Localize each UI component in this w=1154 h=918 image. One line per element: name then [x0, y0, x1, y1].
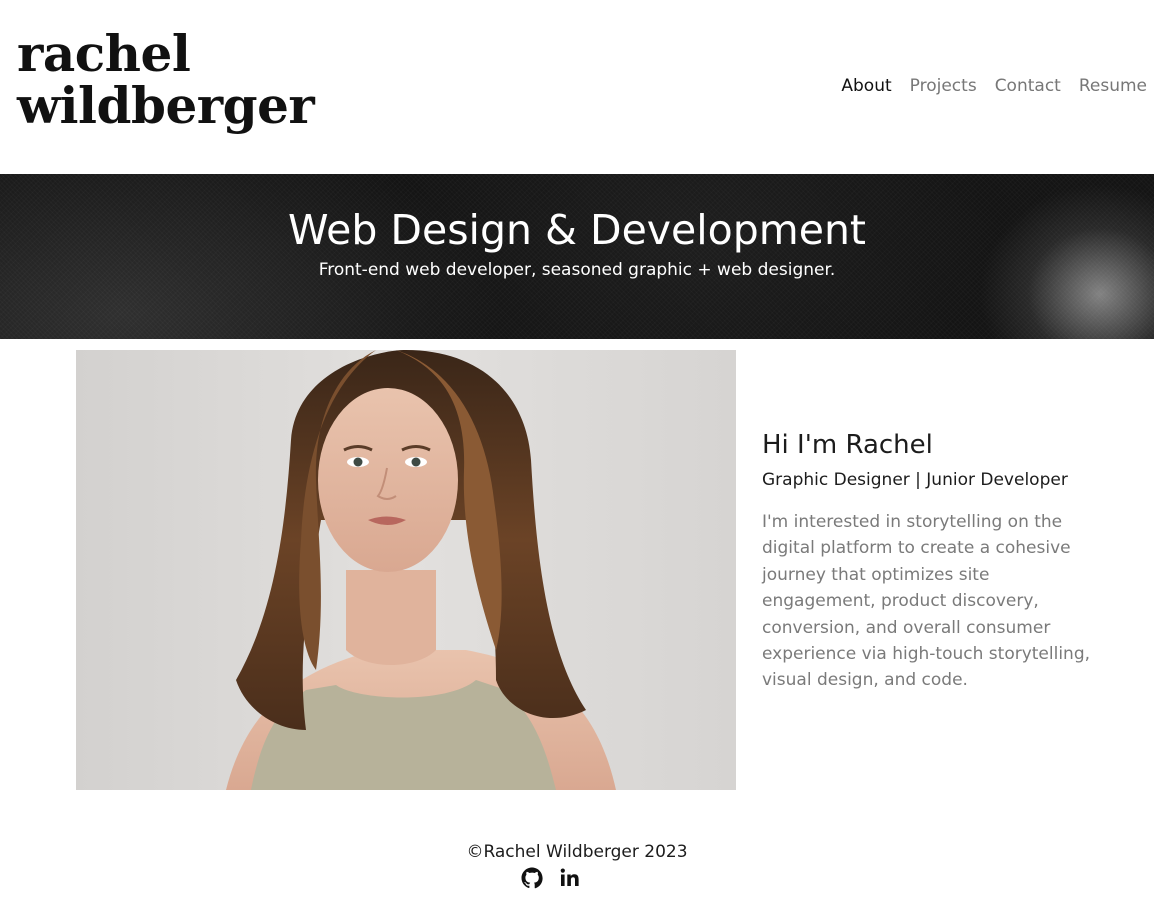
logo-line-1: rachel [17, 24, 191, 83]
social-links [520, 866, 582, 890]
hero-banner: Web Design & Development Front-end web d… [0, 174, 1154, 339]
portrait-illustration [76, 350, 736, 790]
copyright-text: ©Rachel Wildberger 2023 [466, 842, 688, 862]
main-nav: About Projects Contact Resume [823, 74, 1147, 98]
about-role: Graphic Designer | Junior Developer [762, 470, 1068, 490]
about-heading: Hi I'm Rachel [762, 430, 933, 460]
about-section: Hi I'm Rachel Graphic Designer | Junior … [762, 428, 1092, 694]
nav-projects[interactable]: Projects [910, 74, 977, 98]
logo-line-2: wildberger [17, 76, 315, 135]
hero-subtitle: Front-end web developer, seasoned graphi… [318, 260, 836, 280]
github-icon[interactable] [520, 866, 544, 890]
linkedin-icon[interactable] [558, 866, 582, 890]
hero-title: Web Design & Development [287, 206, 867, 254]
nav-resume[interactable]: Resume [1079, 74, 1147, 98]
nav-contact[interactable]: Contact [995, 74, 1061, 98]
hero-texture [0, 174, 1154, 339]
nav-about[interactable]: About [841, 74, 891, 98]
about-bio: I'm interested in storytelling on the di… [762, 512, 1091, 691]
portrait-photo [76, 350, 736, 790]
site-header: rachel wildberger About Projects Contact… [0, 0, 1154, 174]
site-footer: ©Rachel Wildberger 2023 [0, 840, 1154, 889]
site-logo[interactable]: rachel wildberger [17, 24, 315, 135]
